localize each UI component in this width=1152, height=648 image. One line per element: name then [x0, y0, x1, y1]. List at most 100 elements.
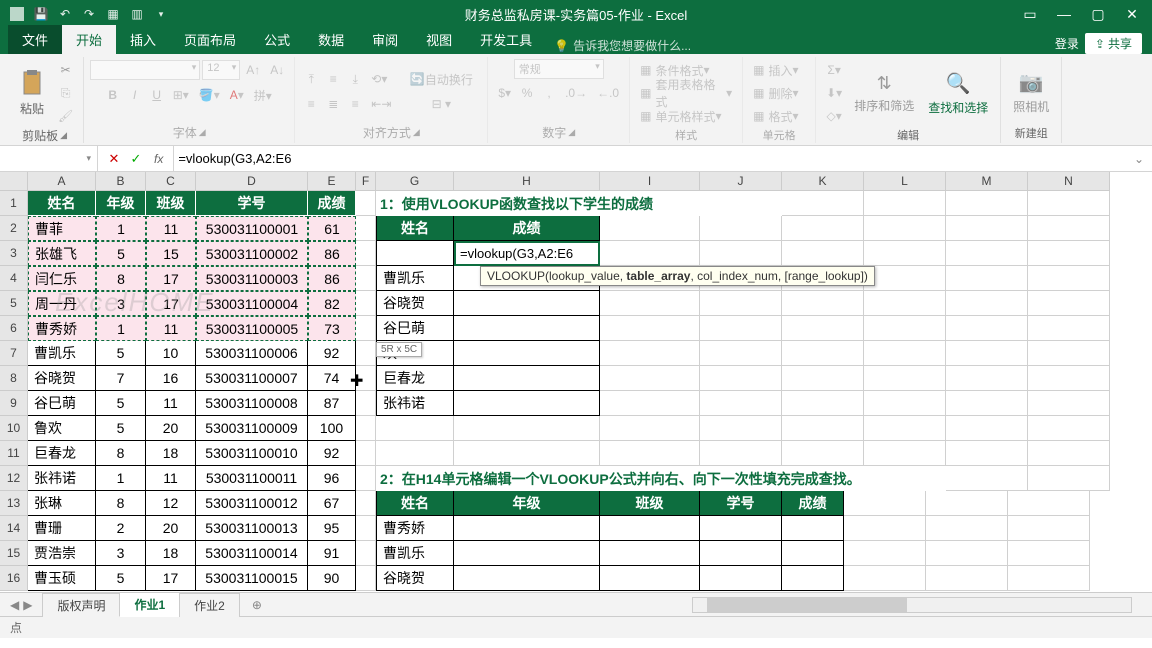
tab-review[interactable]: 审阅: [358, 25, 412, 54]
sheet-tab-copyright[interactable]: 版权声明: [42, 593, 120, 617]
table-cell[interactable]: 17: [146, 291, 196, 316]
cell[interactable]: [946, 291, 1028, 316]
table-cell[interactable]: 530031100005: [196, 316, 308, 341]
table-cell[interactable]: [454, 341, 600, 366]
table-cell[interactable]: 谷晓贺: [376, 566, 454, 591]
indent-icon[interactable]: ⇤⇥: [367, 93, 395, 115]
table-cell[interactable]: 曹秀娇: [28, 316, 96, 341]
cell[interactable]: [1028, 466, 1110, 491]
col-header[interactable]: N: [1028, 172, 1110, 191]
phonetic-icon[interactable]: 拼▾: [250, 84, 276, 106]
merge-button[interactable]: ⊟ ▾: [401, 93, 481, 115]
cell[interactable]: [600, 366, 700, 391]
row-header[interactable]: 16: [0, 566, 28, 591]
cell[interactable]: [356, 466, 376, 491]
table-cell[interactable]: 8: [96, 491, 146, 516]
table-header[interactable]: 年级: [454, 491, 600, 516]
col-header[interactable]: G: [376, 172, 454, 191]
redo-icon[interactable]: ↷: [78, 3, 100, 25]
clear-icon[interactable]: ◇▾: [822, 105, 846, 127]
table-cell[interactable]: 曹珊: [28, 516, 96, 541]
cell[interactable]: [844, 491, 926, 516]
qat-custom-icon[interactable]: ▦: [102, 3, 124, 25]
table-cell[interactable]: 11: [146, 466, 196, 491]
col-header[interactable]: I: [600, 172, 700, 191]
cell[interactable]: [946, 316, 1028, 341]
col-header[interactable]: M: [946, 172, 1028, 191]
table-header[interactable]: 学号: [700, 491, 782, 516]
align-mid-icon[interactable]: ≡: [323, 68, 343, 90]
col-header[interactable]: H: [454, 172, 600, 191]
grow-font-icon[interactable]: A↑: [242, 59, 264, 81]
tab-developer[interactable]: 开发工具: [466, 25, 546, 54]
cell[interactable]: [1028, 241, 1110, 266]
cell[interactable]: [1028, 341, 1110, 366]
cell[interactable]: [376, 441, 454, 466]
cell[interactable]: [946, 391, 1028, 416]
cell[interactable]: [600, 441, 700, 466]
fill-color-icon[interactable]: 🪣▾: [195, 84, 224, 106]
cell[interactable]: [600, 241, 700, 266]
col-header[interactable]: L: [864, 172, 946, 191]
row-header[interactable]: 11: [0, 441, 28, 466]
table-cell[interactable]: 92: [308, 441, 356, 466]
italic-icon[interactable]: I: [125, 84, 145, 106]
cell[interactable]: [946, 266, 1028, 291]
table-cell[interactable]: 530031100007: [196, 366, 308, 391]
cell[interactable]: [356, 191, 376, 216]
cell[interactable]: [864, 416, 946, 441]
align-top-icon[interactable]: ⤒: [301, 68, 321, 90]
table-cell[interactable]: [376, 241, 454, 266]
border-icon[interactable]: ⊞▾: [169, 84, 193, 106]
cell[interactable]: [864, 241, 946, 266]
table-cell[interactable]: 530031100012: [196, 491, 308, 516]
table-cell[interactable]: 鲁欢: [28, 416, 96, 441]
table-cell[interactable]: 87: [308, 391, 356, 416]
row-header[interactable]: 3: [0, 241, 28, 266]
cell[interactable]: [356, 341, 376, 366]
cell[interactable]: [864, 441, 946, 466]
dec-decimal-icon[interactable]: ←.0: [593, 82, 623, 104]
table-cell[interactable]: 530031100008: [196, 391, 308, 416]
row-header[interactable]: 6: [0, 316, 28, 341]
cell[interactable]: [782, 391, 864, 416]
cell[interactable]: [376, 416, 454, 441]
cell[interactable]: [700, 366, 782, 391]
copy-icon[interactable]: ⎘: [54, 82, 77, 104]
table-cell[interactable]: 95: [308, 516, 356, 541]
cell[interactable]: [782, 416, 864, 441]
cut-icon[interactable]: ✂: [54, 59, 77, 81]
inc-decimal-icon[interactable]: .0→: [561, 82, 591, 104]
table-cell[interactable]: 闫仁乐: [28, 266, 96, 291]
table-cell[interactable]: 530031100014: [196, 541, 308, 566]
cell[interactable]: [864, 366, 946, 391]
minimize-icon[interactable]: ―: [1050, 6, 1078, 23]
table-cell[interactable]: [454, 391, 600, 416]
cell[interactable]: [844, 566, 926, 591]
table-cell[interactable]: 530031100009: [196, 416, 308, 441]
col-header[interactable]: E: [308, 172, 356, 191]
col-header[interactable]: B: [96, 172, 146, 191]
table-cell[interactable]: [600, 516, 700, 541]
table-cell[interactable]: [782, 516, 844, 541]
row-header[interactable]: 2: [0, 216, 28, 241]
table-cell[interactable]: 5: [96, 241, 146, 266]
table-cell[interactable]: 3: [96, 291, 146, 316]
tab-layout[interactable]: 页面布局: [170, 25, 250, 54]
cell[interactable]: [1028, 441, 1110, 466]
table-cell[interactable]: 530031100015: [196, 566, 308, 591]
table-cell[interactable]: [454, 291, 600, 316]
cell[interactable]: [1008, 566, 1090, 591]
row-header[interactable]: 9: [0, 391, 28, 416]
table-header[interactable]: 姓名: [28, 191, 96, 216]
fx-icon[interactable]: fx: [154, 152, 163, 166]
cell[interactable]: [926, 566, 1008, 591]
cell[interactable]: [946, 241, 1028, 266]
table-cell[interactable]: 5: [96, 341, 146, 366]
table-header[interactable]: 成绩: [454, 216, 600, 241]
cell[interactable]: [700, 441, 782, 466]
table-cell[interactable]: 530031100011: [196, 466, 308, 491]
cell[interactable]: [864, 316, 946, 341]
editing-cell[interactable]: =vlookup(G3,A2:E6: [454, 241, 600, 266]
table-cell[interactable]: [600, 541, 700, 566]
